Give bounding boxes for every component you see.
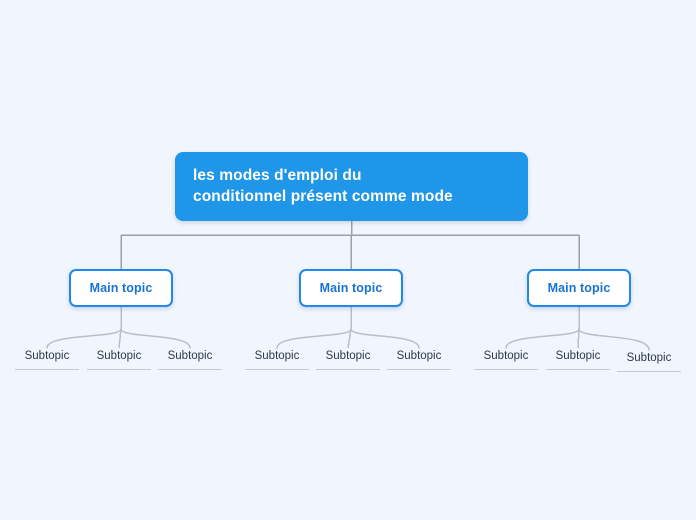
main-topic-label: Main topic [547,281,611,295]
subtopic-label: Subtopic [483,350,529,362]
main-topic-label: Main topic [89,281,153,295]
subtopic-node[interactable]: Subtopic [617,352,681,373]
subtopic-label: Subtopic [96,350,142,362]
subtopic-underline [158,368,222,371]
subtopic-label: Subtopic [254,350,300,362]
subtopic-label: Subtopic [24,350,70,362]
subtopic-underline [316,368,380,371]
subtopic-underline [617,370,681,373]
subtopic-label: Subtopic [167,350,213,362]
subtopic-node[interactable]: Subtopic [546,350,610,371]
subtopic-underline [87,368,151,371]
mindmap-canvas: les modes d'emploi du conditionnel prése… [0,0,696,520]
subtopic-node[interactable]: Subtopic [158,350,222,371]
subtopic-node[interactable]: Subtopic [474,350,538,371]
main-topic-node-2[interactable]: Main topic [299,269,403,307]
subtopic-label: Subtopic [626,352,672,364]
root-node[interactable]: les modes d'emploi du conditionnel prése… [175,152,528,221]
subtopic-label: Subtopic [555,350,601,362]
subtopic-node[interactable]: Subtopic [87,350,151,371]
connector-lines [46,221,650,351]
subtopic-underline [474,368,538,371]
subtopic-underline [15,368,79,371]
main-topic-node-3[interactable]: Main topic [527,269,631,307]
subtopic-node[interactable]: Subtopic [316,350,380,371]
main-topic-label: Main topic [319,281,383,295]
subtopic-node[interactable]: Subtopic [245,350,309,371]
subtopic-underline [546,368,610,371]
root-node-label: les modes d'emploi du conditionnel prése… [193,166,453,205]
subtopic-node[interactable]: Subtopic [15,350,79,371]
subtopic-underline [245,368,309,371]
subtopic-underline [387,368,451,371]
subtopic-label: Subtopic [396,350,442,362]
main-topic-node-1[interactable]: Main topic [69,269,173,307]
subtopic-node[interactable]: Subtopic [387,350,451,371]
subtopic-label: Subtopic [325,350,371,362]
